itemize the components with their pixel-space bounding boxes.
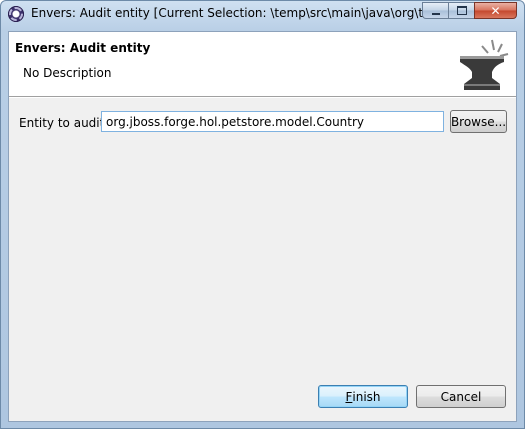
- entity-input[interactable]: [101, 111, 444, 132]
- maximize-button[interactable]: [448, 2, 474, 19]
- banner-separator: [9, 97, 516, 98]
- browse-button[interactable]: Browse...: [450, 110, 507, 133]
- entity-label-text: Entity to audit:: [19, 116, 109, 130]
- maximize-icon: [456, 6, 467, 15]
- wizard-banner: Envers: Audit entity No Description: [9, 32, 516, 97]
- close-button[interactable]: ✕: [474, 2, 517, 19]
- finish-label: inish: [352, 389, 381, 404]
- window-title: Envers: Audit entity [Current Selection:…: [31, 6, 426, 20]
- minimize-button[interactable]: [422, 2, 448, 19]
- title-bar[interactable]: Envers: Audit entity [Current Selection:…: [1, 1, 524, 27]
- window-controls: ✕: [422, 2, 517, 20]
- eclipse-app-icon[interactable]: [8, 6, 24, 22]
- dialog-content: Envers: Audit entity No Description Enti…: [8, 31, 517, 422]
- anvil-icon: [460, 39, 509, 90]
- finish-button[interactable]: Finish: [318, 385, 408, 408]
- close-icon: ✕: [490, 3, 501, 18]
- minimize-icon: [431, 12, 440, 15]
- dialog-window: Envers: Audit entity [Current Selection:…: [0, 0, 525, 429]
- wizard-title: Envers: Audit entity: [15, 41, 151, 55]
- cancel-button[interactable]: Cancel: [416, 385, 506, 408]
- finish-mnemonic: F: [345, 389, 353, 404]
- wizard-description: No Description: [23, 66, 112, 80]
- entity-field-label: Entity to audit:*: [19, 116, 113, 130]
